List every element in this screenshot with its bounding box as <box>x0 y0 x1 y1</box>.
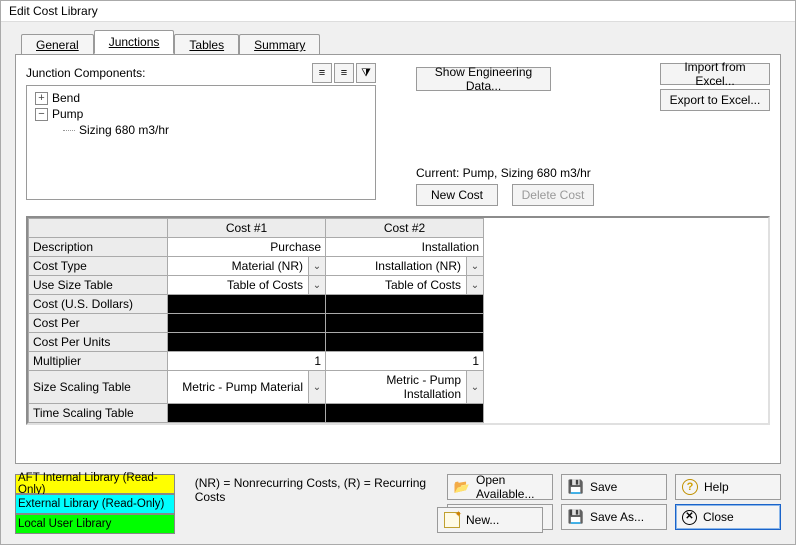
content-area: General Junctions Tables Summary Junctio… <box>1 22 795 468</box>
grid-row-label: Cost Per <box>29 314 168 333</box>
upper-right: Show Engineering Data... Import from Exc… <box>376 63 770 200</box>
button-label: Save <box>590 480 617 494</box>
button-label: Help <box>704 480 729 494</box>
grid-cell-disabled <box>168 404 326 423</box>
component-tree[interactable]: + Bend − Pump Sizing 680 m3/hr <box>26 85 376 200</box>
grid-cell-disabled <box>326 314 484 333</box>
tree-expand-all-icon[interactable]: ≡ <box>312 63 332 83</box>
close-button[interactable]: ✕ Close <box>675 504 781 530</box>
grid-cell-disabled <box>326 333 484 352</box>
grid-cell-dropdown[interactable]: Installation (NR)⌄ <box>326 257 484 276</box>
grid-cell[interactable]: Purchase <box>168 238 326 257</box>
import-from-excel-button[interactable]: Import from Excel... <box>660 63 770 85</box>
window-title: Edit Cost Library <box>9 4 98 18</box>
help-button[interactable]: ? Help <box>675 474 781 500</box>
dropdown-icon[interactable]: ⌄ <box>466 257 483 275</box>
cost-grid-wrap: Cost #1 Cost #2 Description Purchase Ins… <box>26 216 770 425</box>
grid-col-header-1[interactable]: Cost #1 <box>168 219 326 238</box>
grid-row-label: Cost Type <box>29 257 168 276</box>
new-button[interactable]: New... <box>437 507 543 533</box>
tree-area: Junction Components: ≡ ≡ ⧩ + Bend <box>26 63 376 200</box>
library-legend: AFT Internal Library (Read-Only) Externa… <box>15 474 175 534</box>
grid-cell-dropdown[interactable]: Table of Costs⌄ <box>168 276 326 295</box>
grid-cell-disabled <box>326 404 484 423</box>
grid-cell-dropdown[interactable]: Table of Costs⌄ <box>326 276 484 295</box>
nr-r-legend-text: (NR) = Nonrecurring Costs, (R) = Recurri… <box>195 476 447 504</box>
bottom-bar: AFT Internal Library (Read-Only) Externa… <box>1 468 795 544</box>
help-icon: ? <box>682 479 698 495</box>
button-label: Open Available... <box>476 473 546 501</box>
grid-row-label: Cost (U.S. Dollars) <box>29 295 168 314</box>
tree-toolbar: ≡ ≡ ⧩ <box>312 63 376 83</box>
tab-tables[interactable]: Tables <box>174 34 239 55</box>
close-icon: ✕ <box>682 510 697 525</box>
grid-col-header-2[interactable]: Cost #2 <box>326 219 484 238</box>
tab-general[interactable]: General <box>21 34 94 55</box>
folder-open-icon: 📂 <box>454 479 470 495</box>
grid-row-label: Use Size Table <box>29 276 168 295</box>
legend-local-user: Local User Library <box>15 514 175 534</box>
tabstrip: General Junctions Tables Summary <box>21 30 781 54</box>
tree-collapse-all-icon[interactable]: ≡ <box>334 63 354 83</box>
tree-node-sizing[interactable]: Sizing 680 m3/hr <box>31 122 371 138</box>
grid-cell-disabled <box>326 295 484 314</box>
save-as-button[interactable]: 💾 Save As... <box>561 504 667 530</box>
grid-cell[interactable]: Installation <box>326 238 484 257</box>
dropdown-icon[interactable]: ⌄ <box>466 371 483 403</box>
titlebar: Edit Cost Library <box>1 1 795 22</box>
window: Edit Cost Library General Junctions Tabl… <box>0 0 796 545</box>
tab-label: Summary <box>254 38 305 52</box>
tab-label: Junctions <box>109 35 160 49</box>
tree-filter-icon[interactable]: ⧩ <box>356 63 376 83</box>
show-engineering-data-button[interactable]: Show Engineering Data... <box>416 67 551 91</box>
save-icon: 💾 <box>568 479 584 495</box>
tree-connector-icon <box>63 130 75 131</box>
grid-row-label: Size Scaling Table <box>29 371 168 404</box>
save-button[interactable]: 💾 Save <box>561 474 667 500</box>
cost-grid[interactable]: Cost #1 Cost #2 Description Purchase Ins… <box>28 218 484 423</box>
grid-cell[interactable]: 1 <box>168 352 326 371</box>
tab-junctions[interactable]: Junctions <box>94 30 175 54</box>
export-to-excel-button[interactable]: Export to Excel... <box>660 89 770 111</box>
grid-row-label: Time Scaling Table <box>29 404 168 423</box>
save-icon: 💾 <box>568 509 584 525</box>
collapse-icon[interactable]: − <box>35 108 48 121</box>
new-file-icon <box>444 512 460 528</box>
tree-node-pump[interactable]: − Pump <box>31 106 371 122</box>
new-button-wrap: New... <box>437 507 543 533</box>
expand-icon[interactable]: + <box>35 92 48 105</box>
grid-cell[interactable]: 1 <box>326 352 484 371</box>
legend-aft-internal: AFT Internal Library (Read-Only) <box>15 474 175 494</box>
tree-node-label: Sizing 680 m3/hr <box>79 123 169 137</box>
grid-corner <box>29 219 168 238</box>
tab-label: General <box>36 38 79 52</box>
grid-cell-disabled <box>168 333 326 352</box>
tab-label: Tables <box>189 38 224 52</box>
grid-row-label: Description <box>29 238 168 257</box>
grid-cell-disabled <box>168 295 326 314</box>
button-label: Save As... <box>590 510 644 524</box>
grid-row-label: Cost Per Units <box>29 333 168 352</box>
grid-cell-dropdown[interactable]: Metric - Pump Material⌄ <box>168 371 326 404</box>
open-available-button[interactable]: 📂 Open Available... <box>447 474 553 500</box>
button-label: Close <box>703 510 734 524</box>
grid-cell-dropdown[interactable]: Material (NR)⌄ <box>168 257 326 276</box>
dropdown-icon[interactable]: ⌄ <box>308 257 325 275</box>
upper-area: Junction Components: ≡ ≡ ⧩ + Bend <box>26 63 770 200</box>
legend-external: External Library (Read-Only) <box>15 494 175 514</box>
tree-node-label: Bend <box>52 91 80 105</box>
button-label: New... <box>466 513 499 527</box>
dropdown-icon[interactable]: ⌄ <box>466 276 483 294</box>
dropdown-icon[interactable]: ⌄ <box>308 276 325 294</box>
tree-label: Junction Components: <box>26 66 145 80</box>
tree-node-label: Pump <box>52 107 83 121</box>
dropdown-icon[interactable]: ⌄ <box>308 371 325 403</box>
grid-row-label: Multiplier <box>29 352 168 371</box>
grid-cell-dropdown[interactable]: Metric - Pump Installation⌄ <box>326 371 484 404</box>
grid-cell-disabled <box>168 314 326 333</box>
tab-body: Junction Components: ≡ ≡ ⧩ + Bend <box>15 54 781 464</box>
tab-summary[interactable]: Summary <box>239 34 320 55</box>
tree-node-bend[interactable]: + Bend <box>31 90 371 106</box>
